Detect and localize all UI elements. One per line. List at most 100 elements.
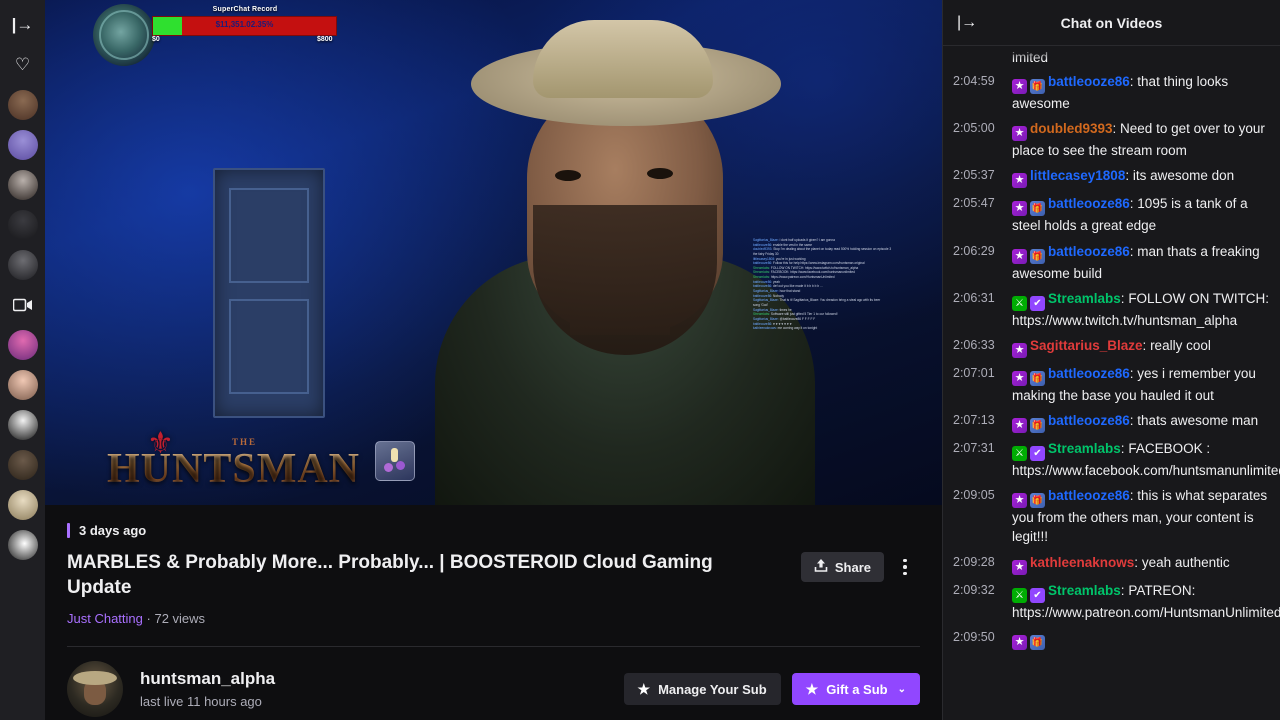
share-button[interactable]: Share — [800, 552, 884, 582]
video-player[interactable]: SuperChat Record $11,351.02.35% $0 $800 … — [45, 0, 942, 505]
sidebar-item-avatar-7[interactable] — [7, 370, 38, 400]
in-video-chat-text: times he — [778, 307, 792, 312]
title-actions: Share — [800, 550, 920, 582]
chat-message[interactable]: 2:09:05 ★ 🎁 battleooze86: this is what sepa… — [953, 483, 1270, 549]
sub-badge-icon[interactable]: ★ — [1012, 370, 1027, 386]
channel-identity[interactable]: huntsman_alpha last live 11 hours ago — [67, 661, 275, 718]
gift-badge-icon[interactable]: 🎁 — [1030, 634, 1045, 650]
kebab-dot-3 — [903, 571, 907, 576]
chat-message[interactable]: 2:05:37 ★ littlecasey1808: its awesome don — [953, 163, 1270, 191]
heart-icon[interactable]: ♡ — [8, 50, 38, 80]
chat-message-username[interactable]: battleooze86 — [1048, 366, 1130, 381]
chat-message[interactable]: 2:05:00 ★ doubled9393: Need to get over to… — [953, 116, 1270, 163]
collapse-sidebar-icon[interactable]: |→ — [8, 10, 38, 40]
chat-message-timestamp: 2:05:00 — [953, 121, 995, 136]
chat-message-username[interactable]: kathleenaknows — [1030, 555, 1134, 570]
in-video-chat-username: kathleenaknows: — [753, 326, 777, 331]
sidebar-item-avatar-1[interactable] — [7, 90, 38, 120]
sub-badge-icon[interactable]: ★ — [1012, 248, 1027, 264]
chat-message-username[interactable]: battleooze86 — [1048, 74, 1130, 89]
sidebar-item-avatar-6[interactable] — [7, 330, 38, 360]
chat-message[interactable]: 2:07:13 ★ 🎁 battleooze86: thats awesome man — [953, 408, 1270, 436]
chat-message-username[interactable]: battleooze86 — [1048, 488, 1130, 503]
chat-message[interactable]: 2:09:50 ★ 🎁 — [953, 625, 1270, 653]
sidebar-item-avatar-2[interactable] — [7, 130, 38, 160]
main-content: SuperChat Record $11,351.02.35% $0 $800 … — [45, 0, 942, 720]
gift-badge-icon[interactable]: 🎁 — [1030, 201, 1045, 217]
verified-badge-icon[interactable]: ✔ — [1030, 587, 1045, 603]
chat-message-body: ★ 🎁 battleooze86: this is what separates y… — [1012, 486, 1270, 546]
sidebar-item-avatar-10[interactable] — [7, 490, 38, 520]
chat-message[interactable]: 2:09:28 ★ kathleenaknows: yeah authentic — [953, 550, 1270, 578]
sub-badge-icon[interactable]: ★ — [1012, 342, 1027, 358]
in-video-chat-line: kathleenaknows: me coming way it on toni… — [753, 326, 940, 331]
chat-message-username[interactable]: Streamlabs — [1048, 583, 1121, 598]
channel-actions: ★ Manage Your Sub ★ Gift a Sub ⌄ — [623, 673, 920, 706]
chat-message-username[interactable]: battleooze86 — [1048, 413, 1130, 428]
mod-badge-icon[interactable]: ⚔ — [1012, 587, 1027, 603]
kebab-menu-icon[interactable] — [890, 552, 920, 582]
sidebar-item-avatar-8[interactable] — [7, 410, 38, 440]
verified-badge-icon[interactable]: ✔ — [1030, 295, 1045, 311]
sub-badge-icon[interactable]: ★ — [1012, 79, 1027, 95]
in-video-chat-text: Follow this for help https://www.instagr… — [772, 261, 865, 266]
chat-message-list[interactable]: imited 2:04:59 ★ 🎁 battleooze86: that thing… — [943, 46, 1280, 720]
sub-badge-icon[interactable]: ★ — [1012, 493, 1027, 509]
chat-message-text: yeah authentic — [1141, 554, 1230, 570]
chat-message-username[interactable]: littlecasey1808 — [1030, 168, 1125, 183]
gift-sub-button[interactable]: ★ Gift a Sub ⌄ — [791, 673, 920, 706]
sub-badge-icon[interactable]: ★ — [1012, 173, 1027, 189]
sub-badge-icon[interactable]: ★ — [1012, 126, 1027, 142]
verified-badge-icon[interactable]: ✔ — [1030, 446, 1045, 462]
chat-message-timestamp: 2:09:32 — [953, 582, 995, 597]
manage-sub-button[interactable]: ★ Manage Your Sub — [623, 673, 781, 706]
chat-message-username[interactable]: battleooze86 — [1048, 244, 1130, 259]
donation-goal-title: SuperChat Record — [212, 6, 278, 13]
sub-badge-icon[interactable]: ★ — [1012, 634, 1027, 650]
gift-badge-icon[interactable]: 🎁 — [1030, 493, 1045, 509]
chat-message[interactable]: 2:07:01 ★ 🎁 battleooze86: yes i remember yo… — [953, 361, 1270, 408]
sub-badge-icon[interactable]: ★ — [1012, 201, 1027, 217]
mod-badge-icon[interactable]: ⚔ — [1012, 295, 1027, 311]
chevron-down-icon[interactable]: ⌄ — [898, 684, 906, 695]
mod-badge-icon[interactable]: ⚔ — [1012, 446, 1027, 462]
chat-message-text: thats awesome man — [1137, 413, 1259, 429]
twitch-vod-page: |→ ♡ SuperChat Record $11,351.02.35% $0 … — [0, 0, 1280, 720]
chat-message[interactable]: 2:06:31 ⚔ ✔ Streamlabs: FOLLOW ON TWITCH: h… — [953, 286, 1270, 333]
chat-message-timestamp: 2:07:31 — [953, 441, 995, 456]
sub-badge-icon[interactable]: ★ — [1012, 418, 1027, 434]
sidebar-item-avatar-5[interactable] — [7, 250, 38, 280]
chat-message[interactable]: 2:05:47 ★ 🎁 battleooze86: 1095 is a tank of… — [953, 191, 1270, 238]
chat-message-body: ★ Sagittarius_Blaze: really cool — [1012, 336, 1270, 358]
chat-message[interactable]: 2:06:29 ★ 🎁 battleooze86: man thats a freak… — [953, 239, 1270, 286]
chat-messages-container: 2:04:59 ★ 🎁 battleooze86: that thing looks … — [953, 69, 1280, 653]
category-link[interactable]: Just Chatting — [67, 611, 143, 626]
chat-message-username[interactable]: doubled9393 — [1030, 121, 1113, 136]
collapse-chat-icon[interactable]: |→ — [957, 14, 979, 32]
chat-message[interactable]: 2:09:32 ⚔ ✔ Streamlabs: PATREON: https://ww… — [953, 578, 1280, 625]
gift-badge-icon[interactable]: 🎁 — [1030, 418, 1045, 434]
in-video-chat-text: FOLLOW ON TWITCH: https://www.twitch.tv/… — [770, 265, 859, 270]
sidebar-item-avatar-3[interactable] — [7, 170, 38, 200]
channel-avatar[interactable] — [67, 661, 123, 718]
category-and-views: Just Chatting · 72 views — [67, 611, 920, 626]
sidebar-item-avatar-4[interactable] — [7, 210, 38, 240]
chat-message[interactable]: 2:04:59 ★ 🎁 battleooze86: that thing looks … — [953, 69, 1270, 116]
chat-message-username[interactable]: Streamlabs — [1048, 291, 1121, 306]
sidebar-item-avatar-9[interactable] — [7, 450, 38, 480]
chat-message-username[interactable]: battleooze86 — [1048, 196, 1130, 211]
channel-name[interactable]: huntsman_alpha — [140, 669, 275, 689]
chat-message-username[interactable]: Sagittarius_Blaze — [1030, 338, 1143, 353]
donation-goal-overlay: SuperChat Record $11,351.02.35% $0 $800 — [93, 4, 337, 68]
chat-message-body: ⚔ ✔ Streamlabs: FACEBOOK : https://www.fac… — [1012, 439, 1280, 480]
chat-message[interactable]: 2:07:31 ⚔ ✔ Streamlabs: FACEBOOK : https://… — [953, 436, 1280, 483]
gift-badge-icon[interactable]: 🎁 — [1030, 248, 1045, 264]
gift-badge-icon[interactable]: 🎁 — [1030, 370, 1045, 386]
chat-message[interactable]: 2:06:33 ★ Sagittarius_Blaze: really cool — [953, 333, 1270, 361]
chat-message-username[interactable]: Streamlabs — [1048, 441, 1121, 456]
gift-badge-icon[interactable]: 🎁 — [1030, 79, 1045, 95]
sub-badge-icon[interactable]: ★ — [1012, 559, 1027, 575]
in-video-chat-username: Sagittarius_Blaze: — [753, 238, 779, 242]
video-camera-icon[interactable] — [8, 290, 38, 320]
sidebar-item-avatar-11[interactable] — [7, 530, 38, 560]
